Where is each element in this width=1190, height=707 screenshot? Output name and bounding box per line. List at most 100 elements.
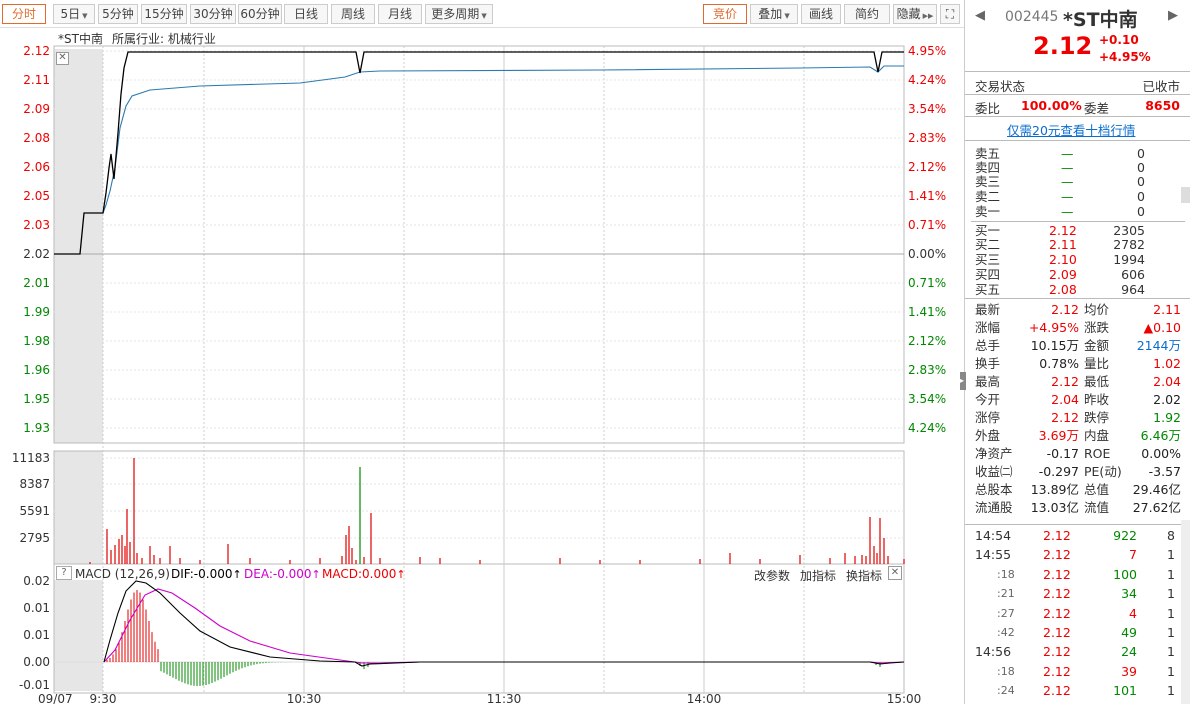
macd-macd-value: MACD:0.000↑ [322, 567, 406, 581]
double-chevron-right-icon: ▶▶ [922, 12, 934, 20]
overlay-dropdown[interactable]: 叠加 ▼ [750, 4, 798, 24]
tab-30min[interactable]: 30分钟 [190, 4, 236, 24]
stat-row: 今开 2.04 昨收 2.02 [965, 391, 1190, 409]
time-tick-label: 9:30 [90, 692, 117, 704]
stat-label: 最新 [975, 302, 1001, 317]
ask-volume: 0 [1137, 204, 1145, 219]
stat-value: 6.46万 [1140, 428, 1181, 443]
chevron-down-icon: ▼ [82, 12, 88, 20]
volume-tick-label: 8387 [19, 477, 50, 491]
stat-label: 涨幅 [975, 320, 1001, 335]
stat-value: 13.03亿 [1030, 500, 1079, 515]
add-indicator-link[interactable]: 加指标 [800, 567, 836, 584]
bid-level-label: 买五 [975, 282, 1001, 297]
stat-label: 今开 [975, 392, 1001, 407]
tick-row: :27 2.12 4 1 [965, 605, 1190, 623]
stat-value: 2144万 [1136, 338, 1181, 353]
stat-label: 内盘 [1084, 428, 1110, 443]
stock-name: *ST中南 [1063, 9, 1138, 31]
prev-stock-arrow-icon[interactable]: ◀ [975, 8, 985, 23]
stat-label: 跌停 [1084, 410, 1110, 425]
hide-panel-button[interactable]: 隐藏 ▶▶ [893, 4, 937, 24]
tab-weekly[interactable]: 周线 [331, 4, 375, 24]
more-periods-dropdown[interactable]: 更多周期 ▼ [425, 4, 493, 24]
stat-label: 均价 [1084, 302, 1110, 317]
stat-label: 涨停 [975, 410, 1001, 425]
tick-time: :18 [997, 567, 1015, 581]
tick-row: :24 2.12 101 1 [965, 682, 1190, 700]
price-tick-label: 1.99 [23, 305, 50, 319]
bid-price: 2.08 [1049, 282, 1077, 297]
stat-label: 流通股 [975, 500, 1013, 515]
stat-row: 总手 10.15万 金额 2144万 [965, 337, 1190, 355]
stat-value: 2.12 [1051, 302, 1079, 317]
stat-value: 29.46亿 [1132, 482, 1181, 497]
tab-intraday[interactable]: 分时 [2, 4, 46, 24]
draw-line-button[interactable]: 画线 [801, 4, 841, 24]
tick-time: :21 [997, 587, 1015, 601]
next-stock-arrow-icon[interactable]: ▶ [1168, 8, 1178, 23]
tab-auction[interactable]: 竞价 [703, 4, 747, 24]
stat-value: 0.00% [1141, 446, 1181, 461]
ask-level-label: 卖一 [975, 204, 1001, 219]
scroll-handle[interactable] [1181, 187, 1190, 203]
pct-tick-label: 2.83% [908, 363, 946, 377]
tick-row: 14:54 2.12 922 8 [965, 527, 1190, 545]
level2-upgrade-link[interactable]: 仅需20元查看十档行情 [1007, 120, 1135, 139]
fullscreen-icon: ⛶ [945, 7, 955, 21]
stat-value: 0.78% [1039, 356, 1079, 371]
tab-60min[interactable]: 60分钟 [238, 4, 282, 24]
stat-row: 涨停 2.12 跌停 1.92 [965, 409, 1190, 427]
tick-price: 2.12 [1043, 528, 1071, 543]
stat-row: 流通股 13.03亿 流值 27.62亿 [965, 499, 1190, 517]
macd-tick-label: 0.02 [23, 574, 50, 588]
chart-stock-name: *ST中南 [58, 32, 103, 46]
tick-time: 14:55 [975, 547, 1012, 563]
volume-tick-label: 11183 [12, 451, 50, 465]
tick-row: 14:56 2.12 24 1 [965, 643, 1190, 661]
stat-value: 27.62亿 [1132, 500, 1181, 515]
stat-value: -3.57 [1148, 464, 1181, 479]
tick-time: 14:54 [975, 528, 1012, 543]
stat-label: ROE [1084, 446, 1111, 461]
tick-row: 14:55 2.12 7 1 [965, 546, 1190, 564]
stat-row: 最新 2.12 均价 2.11 [965, 301, 1190, 319]
simple-mode-button[interactable]: 简约 [844, 4, 890, 24]
stat-label: 涨跌 [1084, 320, 1110, 335]
price-tick-label: 2.03 [23, 218, 50, 232]
pct-tick-label: 1.41% [908, 305, 946, 319]
tick-row: :21 2.12 34 1 [965, 585, 1190, 603]
macd-dif-value: DIF:-0.000↑ [171, 567, 242, 581]
price-pane-frame [53, 45, 905, 444]
stat-label: 总值 [1084, 482, 1110, 497]
tab-monthly[interactable]: 月线 [378, 4, 422, 24]
volume-tick-label: 5591 [19, 504, 50, 518]
price-tick-label: 2.08 [23, 131, 50, 145]
time-tick-label: 15:00 [887, 692, 922, 704]
tick-volume: 100 [1113, 566, 1137, 582]
adjust-params-link[interactable]: 改参数 [754, 567, 790, 584]
pct-tick-label: 2.12% [908, 334, 946, 348]
help-icon[interactable]: ? [56, 566, 72, 580]
stat-label: 收益㈡ [975, 464, 1013, 479]
tab-15min[interactable]: 15分钟 [141, 4, 187, 24]
stat-value: +4.95% [1028, 320, 1079, 335]
ticks-scrollbar[interactable] [1181, 520, 1190, 704]
tick-price: 2.12 [1043, 644, 1071, 660]
stat-value: 1.02 [1153, 356, 1181, 371]
fullscreen-button[interactable]: ⛶ [940, 4, 960, 24]
swap-indicator-link[interactable]: 换指标 [846, 567, 882, 584]
close-indicator-icon[interactable]: ✕ [888, 566, 902, 580]
stat-label: 最高 [975, 374, 1001, 389]
panel-collapse-handle[interactable]: ▸ [960, 372, 966, 390]
tab-5min[interactable]: 5分钟 [98, 4, 138, 24]
tick-count: 1 [1167, 644, 1175, 660]
pre-open-shade [54, 451, 103, 564]
stat-value: -0.17 [1046, 446, 1079, 461]
tick-time: 14:56 [975, 644, 1012, 660]
tab-5day[interactable]: 5日 ▼ [53, 4, 95, 24]
stat-label: 换手 [975, 356, 1001, 371]
ask-price: — [1061, 204, 1074, 219]
close-overlay-icon[interactable]: ✕ [56, 52, 69, 65]
tab-daily[interactable]: 日线 [284, 4, 328, 24]
